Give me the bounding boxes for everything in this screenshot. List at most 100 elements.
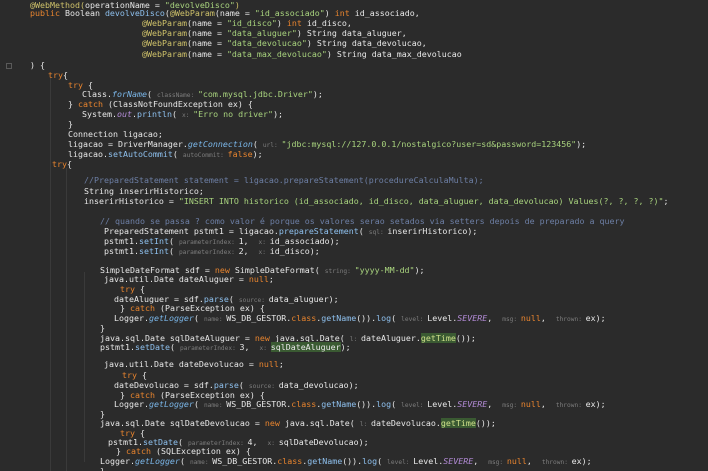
code-token: , <box>473 456 489 466</box>
code-token: ( <box>171 109 182 119</box>
code-token: ( <box>252 139 263 149</box>
code-token: ); <box>252 149 263 159</box>
code-token: } <box>68 119 73 129</box>
code-token: ) String data_max_devolucao <box>326 49 462 59</box>
code-token: "data_aluguer" <box>226 28 297 38</box>
code-token: name: <box>203 316 227 323</box>
code-token: "jdbc:mysql://127.0.0.1/nostalgico?user=… <box>281 139 577 149</box>
code-token: @WebParam <box>142 49 187 59</box>
code-token: ()). <box>356 399 377 409</box>
code-line[interactable] <box>0 205 708 216</box>
code-token: new <box>264 418 285 428</box>
code-token: dateDevolucao. <box>370 418 441 428</box>
code-token: , <box>487 313 503 323</box>
code-token: ( <box>238 380 249 390</box>
code-token: ); <box>576 139 587 149</box>
code-token: log <box>362 456 378 466</box>
code-token: } <box>116 446 126 456</box>
code-token: int <box>334 8 355 18</box>
code-token: className: <box>156 92 198 99</box>
code-token: ; <box>268 274 274 284</box>
code-token: (name = <box>186 18 227 28</box>
code-line[interactable]: @WebParam(name = "data_max_devolucao") S… <box>0 49 708 60</box>
code-token: (name = <box>214 8 255 18</box>
code-token: "data_devolucao" <box>226 38 307 48</box>
code-token: level: <box>401 316 428 323</box>
code-token: ( <box>391 399 402 409</box>
code-token: id_associado); <box>269 236 340 246</box>
code-token: getTime <box>440 418 476 428</box>
code-token: thrown: <box>555 316 586 323</box>
code-token: ( <box>358 226 369 236</box>
code-token: ex); <box>585 399 606 409</box>
code-token: 1, <box>238 236 259 246</box>
code-token: x: <box>181 112 194 119</box>
code-line[interactable]: @WebParam(name = "data_devolucao") Strin… <box>0 38 708 49</box>
code-token: null <box>506 456 527 466</box>
code-token: sql: <box>368 229 388 236</box>
code-token: //PreparedStatement statement = ligacao.… <box>84 175 484 185</box>
code-token: msg: <box>488 459 507 466</box>
code-token: public <box>30 8 65 18</box>
code-token: "Erro no driver" <box>193 109 274 119</box>
code-token: log <box>376 313 392 323</box>
code-token: thrown: <box>541 459 572 466</box>
code-token: WS_DB_GESTOR. <box>212 456 278 466</box>
code-token: try <box>120 284 140 294</box>
code-token: ) String data_aluguer, <box>296 28 407 38</box>
code-token: msg: <box>502 316 521 323</box>
code-token: java.sql.Date sqlDateDevolucao = <box>100 418 265 428</box>
code-token: ) String data_devolucao, <box>306 38 427 48</box>
code-token: ) <box>324 8 335 18</box>
code-token: autoCommit: <box>182 152 228 159</box>
code-token: class <box>291 313 317 323</box>
code-token: WS_DB_GESTOR. <box>226 313 292 323</box>
code-token: , <box>526 456 542 466</box>
code-token: prepareStatement <box>278 226 359 236</box>
code-editor[interactable]: @WebMethod(operationName = "devolveDisco… <box>0 0 708 471</box>
code-token: (SQLException ex) { <box>155 446 251 456</box>
code-token: ( <box>193 399 204 409</box>
code-token: (ClassNotFoundException ex) { <box>107 99 253 109</box>
code-token: setInt <box>138 236 169 246</box>
code-token: ) <box>276 18 287 28</box>
code-token: null <box>248 274 269 284</box>
code-token: ; <box>278 359 284 369</box>
code-token: inserirHistorico); <box>387 226 478 236</box>
code-token: ( <box>172 149 183 159</box>
code-token: @WebParam <box>169 8 215 18</box>
code-line[interactable]: } <box>0 466 708 471</box>
code-token: getLogger <box>148 313 194 323</box>
code-token: data_devolucao); <box>278 380 359 390</box>
code-token: null <box>520 399 541 409</box>
code-line[interactable]: //PreparedStatement statement = ligacao.… <box>0 175 708 186</box>
code-token: dateDevolucao = sdf. <box>114 380 214 390</box>
code-token: try <box>48 70 63 80</box>
code-token: pstmt1. <box>104 236 139 246</box>
code-token: , <box>540 399 556 409</box>
code-token: "id_associado" <box>254 8 325 18</box>
code-token: level: <box>401 402 428 409</box>
code-token: } <box>120 303 130 313</box>
code-token: "data_max_devolucao" <box>226 49 327 59</box>
code-token: source: <box>248 383 279 390</box>
code-line[interactable]: java.util.Date dateDevolucao = null; <box>0 359 708 370</box>
code-token: msg: <box>502 402 521 409</box>
code-token: "com.mysql.jdbc.Driver" <box>197 89 313 99</box>
code-token: ()). <box>356 313 377 323</box>
code-token: System. <box>82 109 117 119</box>
code-token: int <box>286 18 307 28</box>
code-token: null <box>258 359 279 369</box>
code-token: (name = <box>186 38 227 48</box>
code-token: java.sql.Date( <box>284 418 360 428</box>
code-token: x: <box>258 239 270 246</box>
code-token: } <box>68 99 78 109</box>
code-token: (name = <box>186 28 227 38</box>
code-token: setAutoCommit <box>107 149 173 159</box>
code-token: java.util.Date dateDevolucao = <box>104 359 259 369</box>
code-token: catch <box>78 99 108 109</box>
code-token: l: <box>359 421 371 428</box>
code-token: name: <box>203 402 227 409</box>
code-token: ); <box>273 109 284 119</box>
code-token: { <box>141 370 147 380</box>
